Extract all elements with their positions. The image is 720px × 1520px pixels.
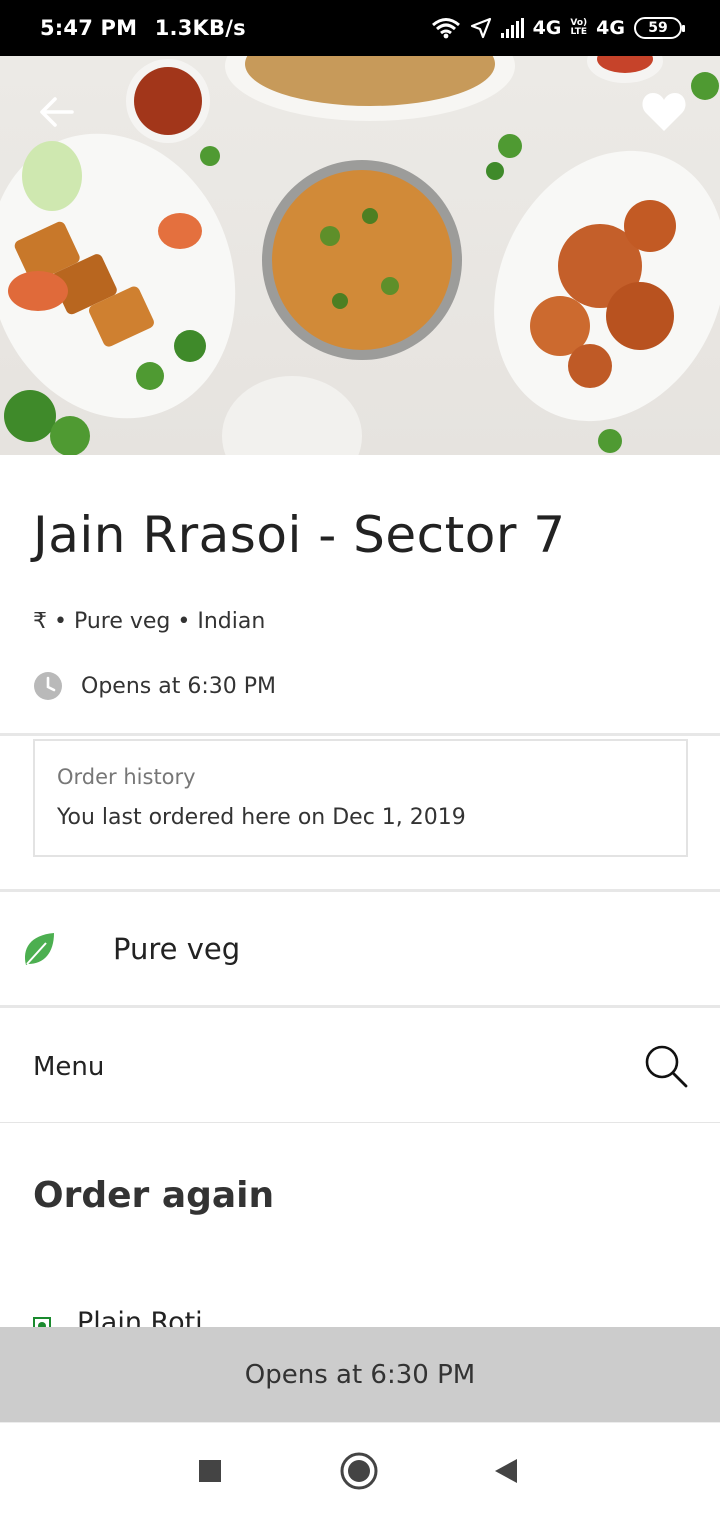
opens-at-banner: Opens at 6:30 PM (0, 1327, 720, 1422)
divider (0, 733, 720, 736)
recents-button[interactable] (190, 1451, 230, 1491)
clock-icon (34, 672, 62, 700)
square-icon (199, 1460, 221, 1482)
search-button[interactable] (642, 1043, 690, 1091)
hours-text: Opens at 6:30 PM (81, 673, 276, 699)
pure-veg-row: Pure veg (0, 895, 720, 1005)
favorite-button[interactable] (638, 86, 690, 138)
order-history-title: Order history (57, 765, 196, 789)
divider (0, 889, 720, 892)
network-type-1: 4G (532, 17, 562, 39)
menu-header: Menu (0, 1009, 720, 1123)
order-again-title: Order again (33, 1175, 275, 1216)
opens-at-text: Opens at 6:30 PM (244, 1359, 476, 1390)
volte-icon: Vo) LTE (570, 19, 587, 37)
list-item[interactable]: Plain Roti (33, 1306, 203, 1328)
home-button[interactable] (339, 1451, 379, 1491)
status-net-speed: 1.3KB/s (154, 16, 246, 40)
signal-bars-icon (500, 18, 524, 38)
item-name: Plain Roti (77, 1307, 203, 1328)
divider (0, 1005, 720, 1008)
location-arrow-icon (470, 17, 491, 39)
search-icon (645, 1045, 688, 1088)
wifi-icon (431, 18, 460, 39)
food-photo (0, 56, 720, 455)
restaurant-name: Jain Rrasoi - Sector 7 (33, 506, 566, 564)
arrow-left-icon (40, 97, 74, 127)
back-nav-button[interactable] (486, 1451, 526, 1491)
leaf-icon (25, 933, 54, 965)
pure-veg-label: Pure veg (113, 932, 241, 966)
menu-label: Menu (33, 1052, 105, 1082)
system-nav-bar (0, 1422, 720, 1520)
network-type-2: 4G (596, 17, 625, 39)
order-history-text: You last ordered here on Dec 1, 2019 (57, 805, 466, 830)
status-left: 5:47 PM 1.3KB/s (40, 16, 256, 40)
battery-level: 59 (648, 20, 668, 36)
triangle-back-icon (495, 1459, 517, 1483)
restaurant-hours: Opens at 6:30 PM (33, 668, 276, 704)
volte-bottom: LTE (570, 27, 588, 37)
restaurant-meta: ₹ • Pure veg • Indian (33, 609, 266, 634)
restaurant-hero-image (0, 56, 720, 455)
circle-icon (340, 1452, 378, 1490)
back-button[interactable] (30, 86, 82, 138)
order-history-card[interactable]: Order history You last ordered here on D… (33, 739, 688, 857)
battery-icon: 59 (634, 17, 685, 39)
status-bar: 5:47 PM 1.3KB/s 4G Vo) LTE 4G 59 (0, 0, 720, 56)
status-time: 5:47 PM (40, 16, 138, 40)
status-icons: 4G Vo) LTE 4G 59 (431, 14, 685, 42)
heart-icon (642, 93, 686, 131)
